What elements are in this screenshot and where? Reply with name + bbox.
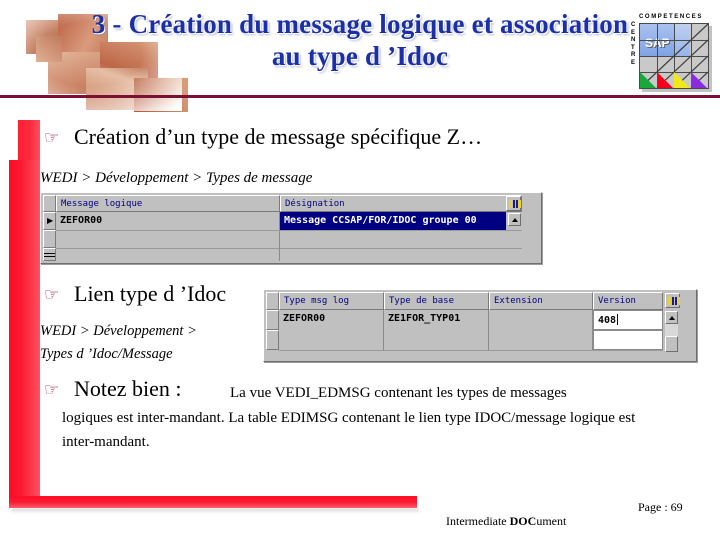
cell-type-msg-log-row1[interactable]: ZEFOR00 — [279, 310, 384, 330]
scroll-up-button[interactable] — [665, 311, 678, 324]
bullet-item-2: ☞ Lien type d ’Idoc — [44, 281, 226, 306]
pointing-hand-icon: ☞ — [44, 380, 60, 400]
footer-doc-suffix: ument — [536, 514, 567, 528]
logo-grid: SAP — [639, 23, 709, 89]
cell-extension-row1[interactable] — [489, 310, 593, 330]
logo-side-text: CENTRE — [631, 22, 636, 66]
pointing-hand-icon: ☞ — [44, 128, 60, 148]
sap-message-type-table[interactable]: ▶ Message logique Désignation ZEFOR00 Me… — [40, 192, 542, 264]
scroll-up-button[interactable] — [508, 213, 521, 226]
title-underline-rule — [0, 95, 720, 98]
note-first-line: La vue VEDI_EDMSG contenant les types de… — [230, 385, 567, 401]
red-accent-bar-shadow — [11, 508, 419, 512]
slide-title: 3 - Création du message logique et assoc… — [91, 9, 629, 71]
column-header-designation[interactable]: Désignation — [280, 195, 522, 212]
pointing-hand-icon: ☞ — [44, 285, 60, 305]
row-selector-cell-3[interactable] — [43, 248, 56, 261]
cell-message-logique-row2[interactable] — [56, 230, 280, 248]
cell-version-value: 408 — [598, 315, 617, 326]
bullet-item-3: ☞ Notez bien : La vue VEDI_EDMSG contena… — [44, 376, 567, 401]
column-header-extension[interactable]: Extension — [489, 292, 593, 310]
footer-page-number: Page : 69 — [638, 500, 683, 514]
scrollbar-thumb[interactable] — [665, 336, 678, 352]
scrollbar-track[interactable] — [665, 324, 678, 336]
column-header-message-logique[interactable]: Message logique — [56, 195, 280, 212]
red-accent-bar-top — [18, 120, 40, 164]
cell-version-row1[interactable]: 408 — [593, 310, 663, 330]
bullet-2-text: Lien type d ’Idoc — [74, 281, 227, 306]
note-body-text: logiques est inter-mandant. La table EDI… — [62, 410, 636, 450]
logo-color-tiles — [640, 72, 707, 88]
row-selector-cell-1[interactable]: ▶ — [43, 212, 56, 230]
note-lead-text: Notez bien : — [74, 376, 182, 401]
cell-version-row2[interactable] — [593, 330, 663, 350]
column-config-icon[interactable] — [665, 293, 680, 308]
row-selector-header[interactable] — [43, 195, 56, 212]
footer-doc-prefix: Inter — [446, 514, 469, 528]
cell-type-msg-log-row2[interactable] — [279, 330, 384, 350]
sap-competence-center-logo: COMPETENCES CENTRE SAP — [630, 14, 714, 96]
menu-path-2: WEDI > Développement > Types d ’Idoc/Mes… — [40, 320, 197, 366]
cell-extension-row2[interactable] — [489, 330, 593, 350]
cell-message-logique-row1[interactable]: ZEFOR00 — [56, 212, 280, 230]
menu-path-2-line1: WEDI > Développement > — [40, 323, 197, 339]
column-config-icon[interactable] — [506, 196, 521, 211]
cell-designation-row1[interactable]: Message CCSAP/FOR/IDOC groupe 00 — [280, 212, 506, 230]
menu-path-1: WEDI > Développement > Types de message — [40, 170, 313, 186]
text-cursor — [617, 314, 619, 325]
cell-designation-row2[interactable] — [280, 230, 522, 248]
footer-document-label: Intermediate DOCument — [446, 514, 566, 529]
menu-path-2-line2: Types d ’Idoc/Message — [40, 346, 173, 362]
row-selector-cell-1[interactable] — [266, 310, 279, 330]
red-accent-bar-vertical — [9, 160, 40, 508]
bullet-item-1: ☞ Création d’un type de message spécifiq… — [44, 124, 482, 149]
red-accent-bar-horizontal — [9, 496, 417, 508]
column-header-version[interactable]: Version — [593, 292, 663, 310]
cell-type-de-base-row2[interactable] — [384, 330, 489, 350]
footer-doc-mid: mediate — [468, 514, 510, 528]
bullet-1-text: Création d’un type de message spécifique… — [74, 124, 483, 149]
row-selector-header[interactable] — [266, 292, 279, 310]
footer-doc-bold: DOC — [509, 514, 537, 528]
column-header-type-msg-log[interactable]: Type msg log — [279, 292, 384, 310]
logo-header-text: COMPETENCES — [639, 14, 703, 20]
slide-canvas: 3 - Création du message logique et assoc… — [0, 0, 720, 540]
current-row-marker-icon: ▶ — [47, 216, 54, 225]
row-selector-cell-2[interactable] — [43, 230, 56, 248]
sap-idoc-message-link-table[interactable]: Type msg log Type de base Extension Vers… — [263, 289, 697, 362]
column-header-type-de-base[interactable]: Type de base — [384, 292, 489, 310]
cell-type-de-base-row1[interactable]: ZE1FOR_TYP01 — [384, 310, 489, 330]
row-selector-cell-2[interactable] — [266, 330, 279, 350]
